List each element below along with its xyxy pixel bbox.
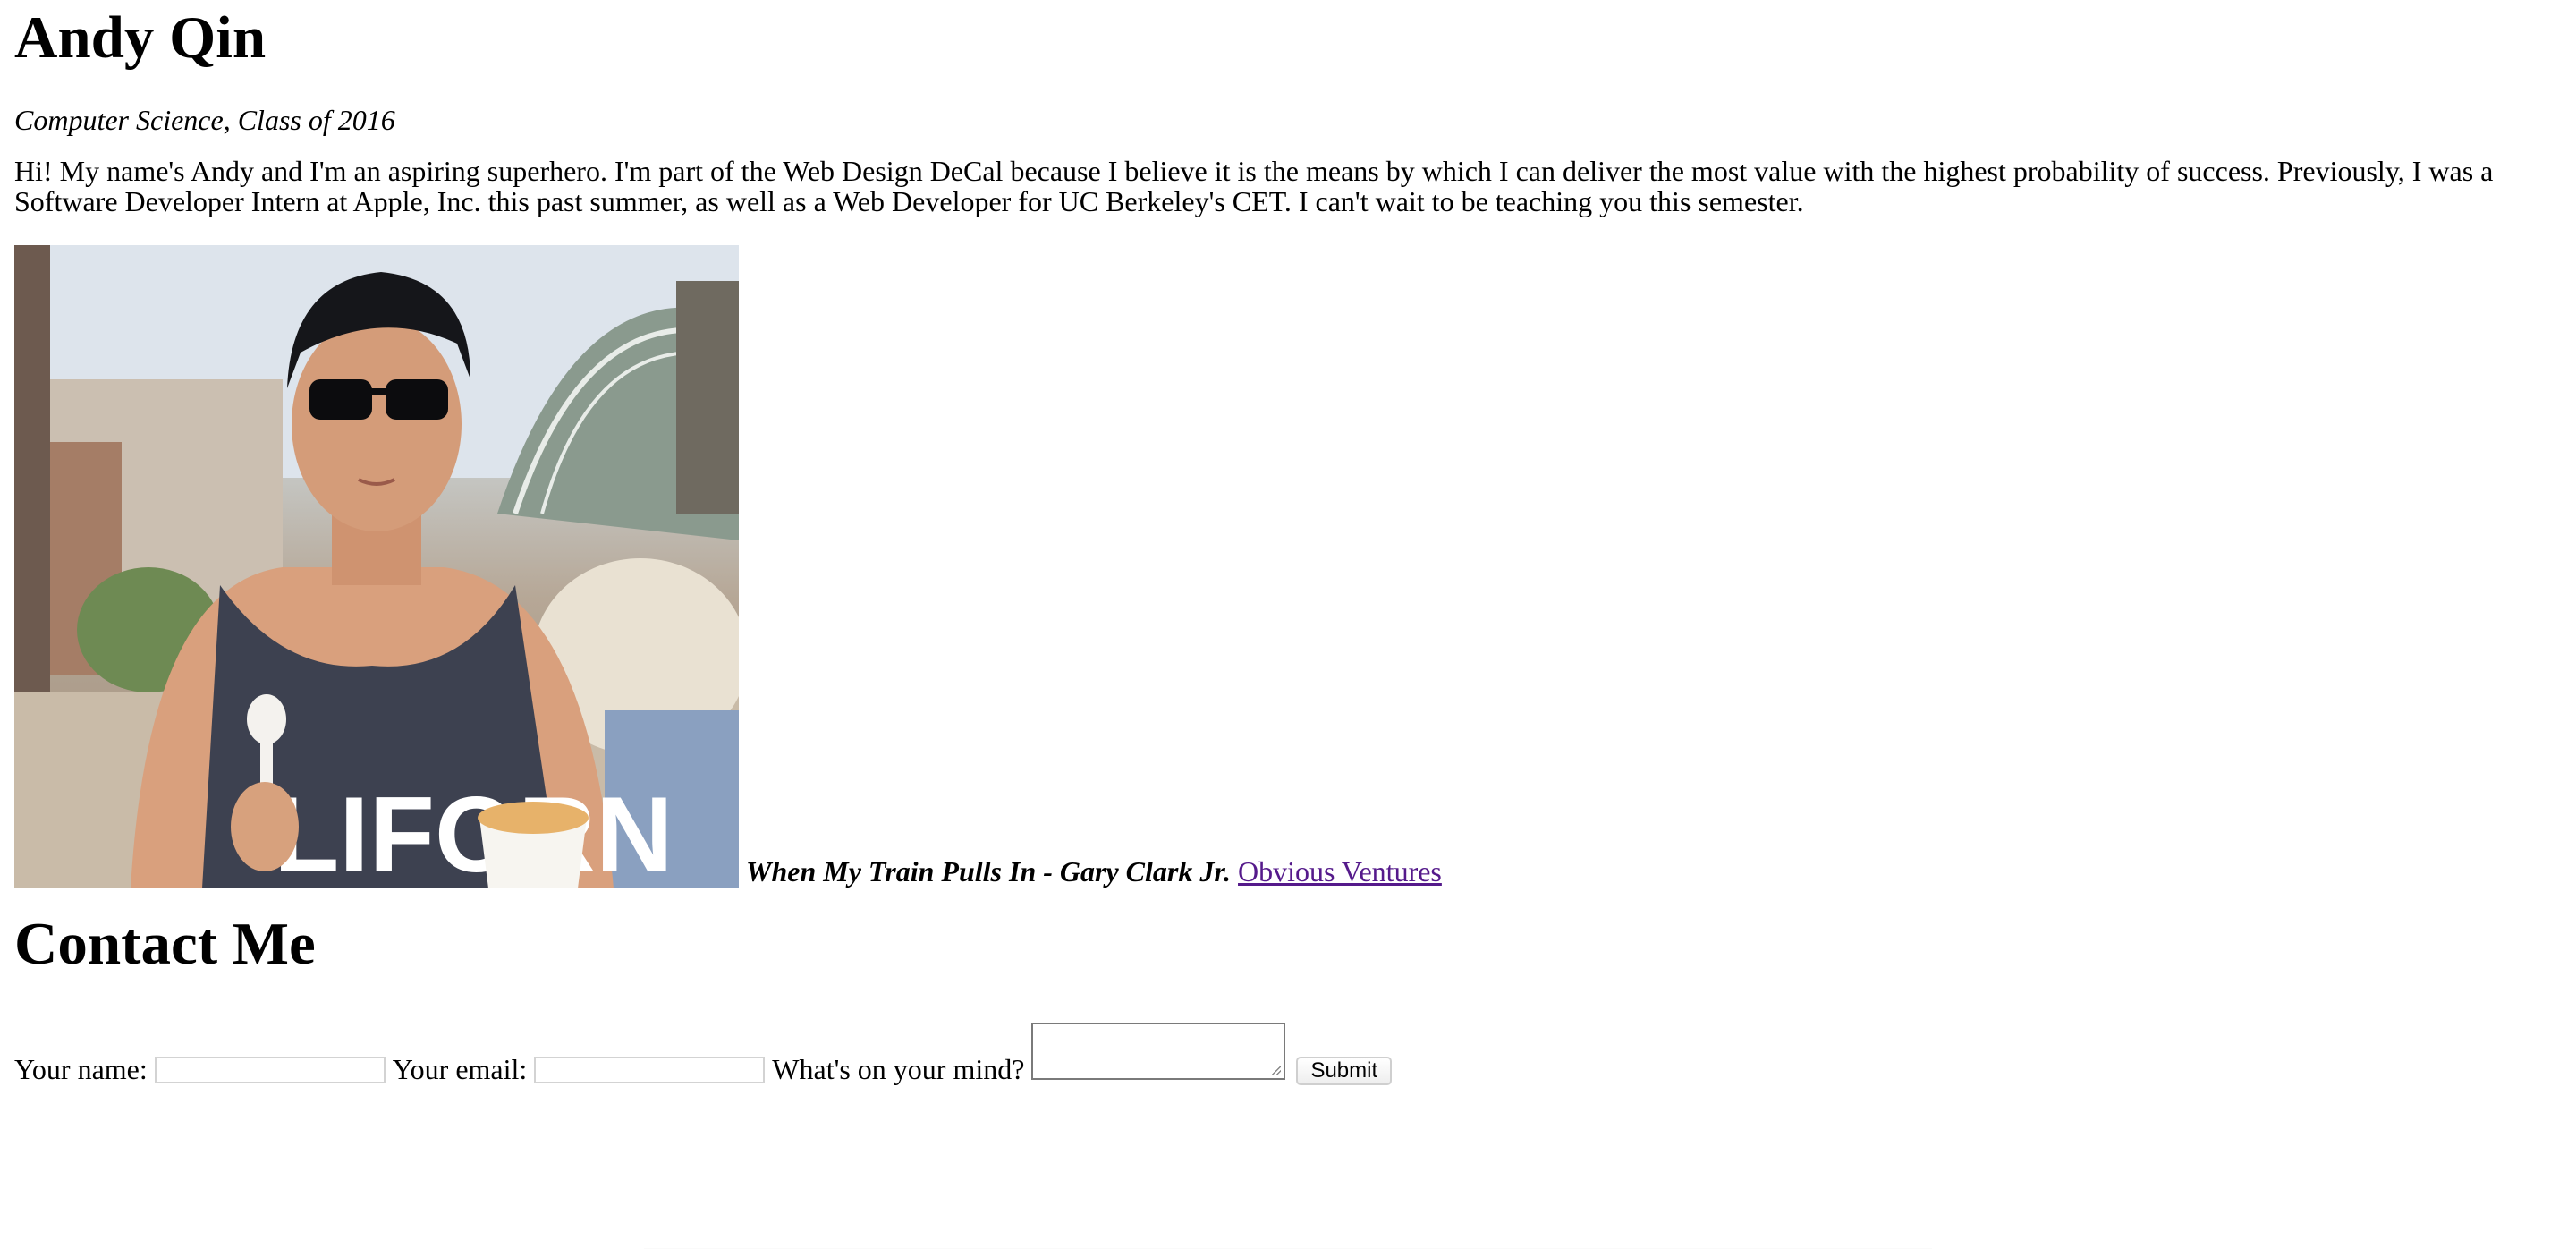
name-label: Your name: bbox=[14, 1053, 148, 1085]
mind-label: What's on your mind? bbox=[772, 1053, 1025, 1085]
song-title: When My Train Pulls In - Gary Clark Jr. bbox=[746, 855, 1232, 888]
page: Andy Qin Computer Science, Class of 2016… bbox=[0, 0, 2576, 1085]
obvious-ventures-link[interactable]: Obvious Ventures bbox=[1238, 855, 1442, 888]
bio-paragraph: Hi! My name's Andy and I'm an aspiring s… bbox=[14, 155, 2494, 217]
contact-form: Your name: Your email: What's on your mi… bbox=[14, 1017, 2562, 1085]
page-title: Andy Qin bbox=[14, 4, 267, 71]
message-textarea[interactable] bbox=[1031, 1023, 1286, 1080]
photo-row: LIFORN When My Train Pulls In - Gary Cla… bbox=[14, 245, 2562, 888]
profile-photo: LIFORN bbox=[14, 245, 739, 888]
email-input[interactable] bbox=[534, 1057, 766, 1083]
subtitle: Computer Science, Class of 2016 bbox=[14, 104, 395, 136]
contact-heading: Contact Me bbox=[14, 911, 316, 977]
name-input[interactable] bbox=[154, 1057, 386, 1083]
now-playing: When My Train Pulls In - Gary Clark Jr. … bbox=[746, 854, 1442, 888]
email-label: Your email: bbox=[392, 1053, 528, 1085]
submit-button[interactable]: Submit bbox=[1296, 1057, 1393, 1085]
shirt-text: LIFORN bbox=[274, 775, 674, 888]
